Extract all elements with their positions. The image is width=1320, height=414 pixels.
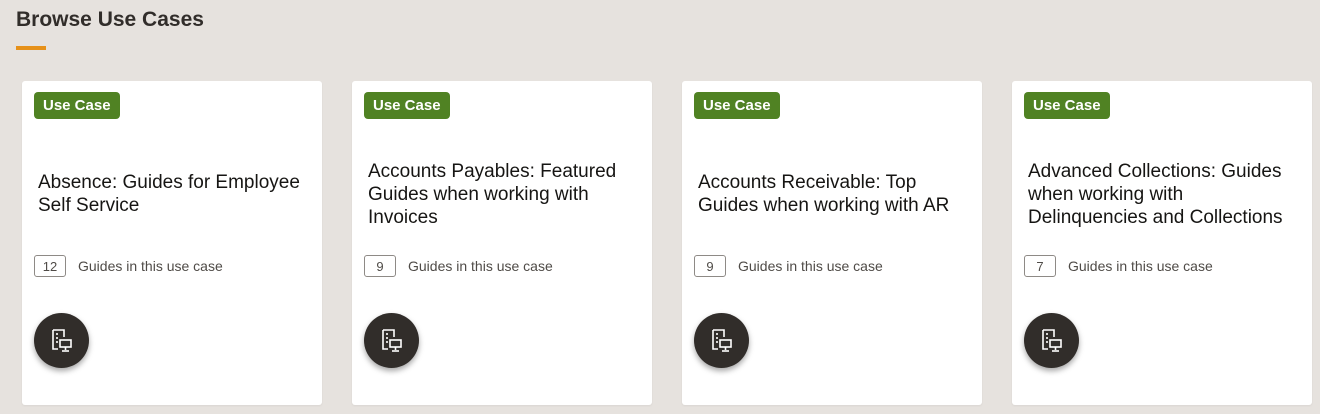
- guide-monitor-icon: [381, 328, 402, 352]
- card-title-container: Accounts Receivable: Top Guides when wor…: [698, 139, 972, 249]
- card-title[interactable]: Absence: Guides for Employee Self Servic…: [38, 171, 312, 217]
- guide-count-row: 9 Guides in this use case: [694, 255, 883, 277]
- guide-monitor-icon: [51, 328, 72, 352]
- guide-count-label: Guides in this use case: [78, 258, 223, 274]
- guide-count-label: Guides in this use case: [1068, 258, 1213, 274]
- use-case-badge: Use Case: [1024, 92, 1110, 119]
- card-title[interactable]: Accounts Payables: Featured Guides when …: [368, 160, 642, 229]
- card-title[interactable]: Accounts Receivable: Top Guides when wor…: [698, 171, 972, 217]
- guide-count-row: 12 Guides in this use case: [34, 255, 223, 277]
- use-case-card[interactable]: Use Case Accounts Receivable: Top Guides…: [682, 81, 982, 405]
- use-case-badge: Use Case: [34, 92, 120, 119]
- guide-count-badge: 9: [364, 255, 396, 277]
- guide-count-row: 9 Guides in this use case: [364, 255, 553, 277]
- page-title: Browse Use Cases: [16, 8, 204, 31]
- card-title-container: Accounts Payables: Featured Guides when …: [368, 139, 642, 249]
- guide-count-label: Guides in this use case: [738, 258, 883, 274]
- card-title[interactable]: Advanced Collections: Guides when workin…: [1028, 160, 1302, 229]
- guide-count-badge: 7: [1024, 255, 1056, 277]
- use-case-card-list: Use Case Absence: Guides for Employee Se…: [22, 81, 1312, 405]
- title-underline: [16, 46, 46, 50]
- guide-count-badge: 12: [34, 255, 66, 277]
- open-guides-button[interactable]: [34, 313, 89, 368]
- open-guides-button[interactable]: [1024, 313, 1079, 368]
- card-title-container: Absence: Guides for Employee Self Servic…: [38, 139, 312, 249]
- guide-count-badge: 9: [694, 255, 726, 277]
- use-case-card[interactable]: Use Case Absence: Guides for Employee Se…: [22, 81, 322, 405]
- guide-monitor-icon: [711, 328, 732, 352]
- use-case-badge: Use Case: [364, 92, 450, 119]
- use-case-card[interactable]: Use Case Accounts Payables: Featured Gui…: [352, 81, 652, 405]
- use-case-card[interactable]: Use Case Advanced Collections: Guides wh…: [1012, 81, 1312, 405]
- open-guides-button[interactable]: [364, 313, 419, 368]
- guide-monitor-icon: [1041, 328, 1062, 352]
- guide-count-row: 7 Guides in this use case: [1024, 255, 1213, 277]
- open-guides-button[interactable]: [694, 313, 749, 368]
- guide-count-label: Guides in this use case: [408, 258, 553, 274]
- card-title-container: Advanced Collections: Guides when workin…: [1028, 139, 1302, 249]
- use-case-badge: Use Case: [694, 92, 780, 119]
